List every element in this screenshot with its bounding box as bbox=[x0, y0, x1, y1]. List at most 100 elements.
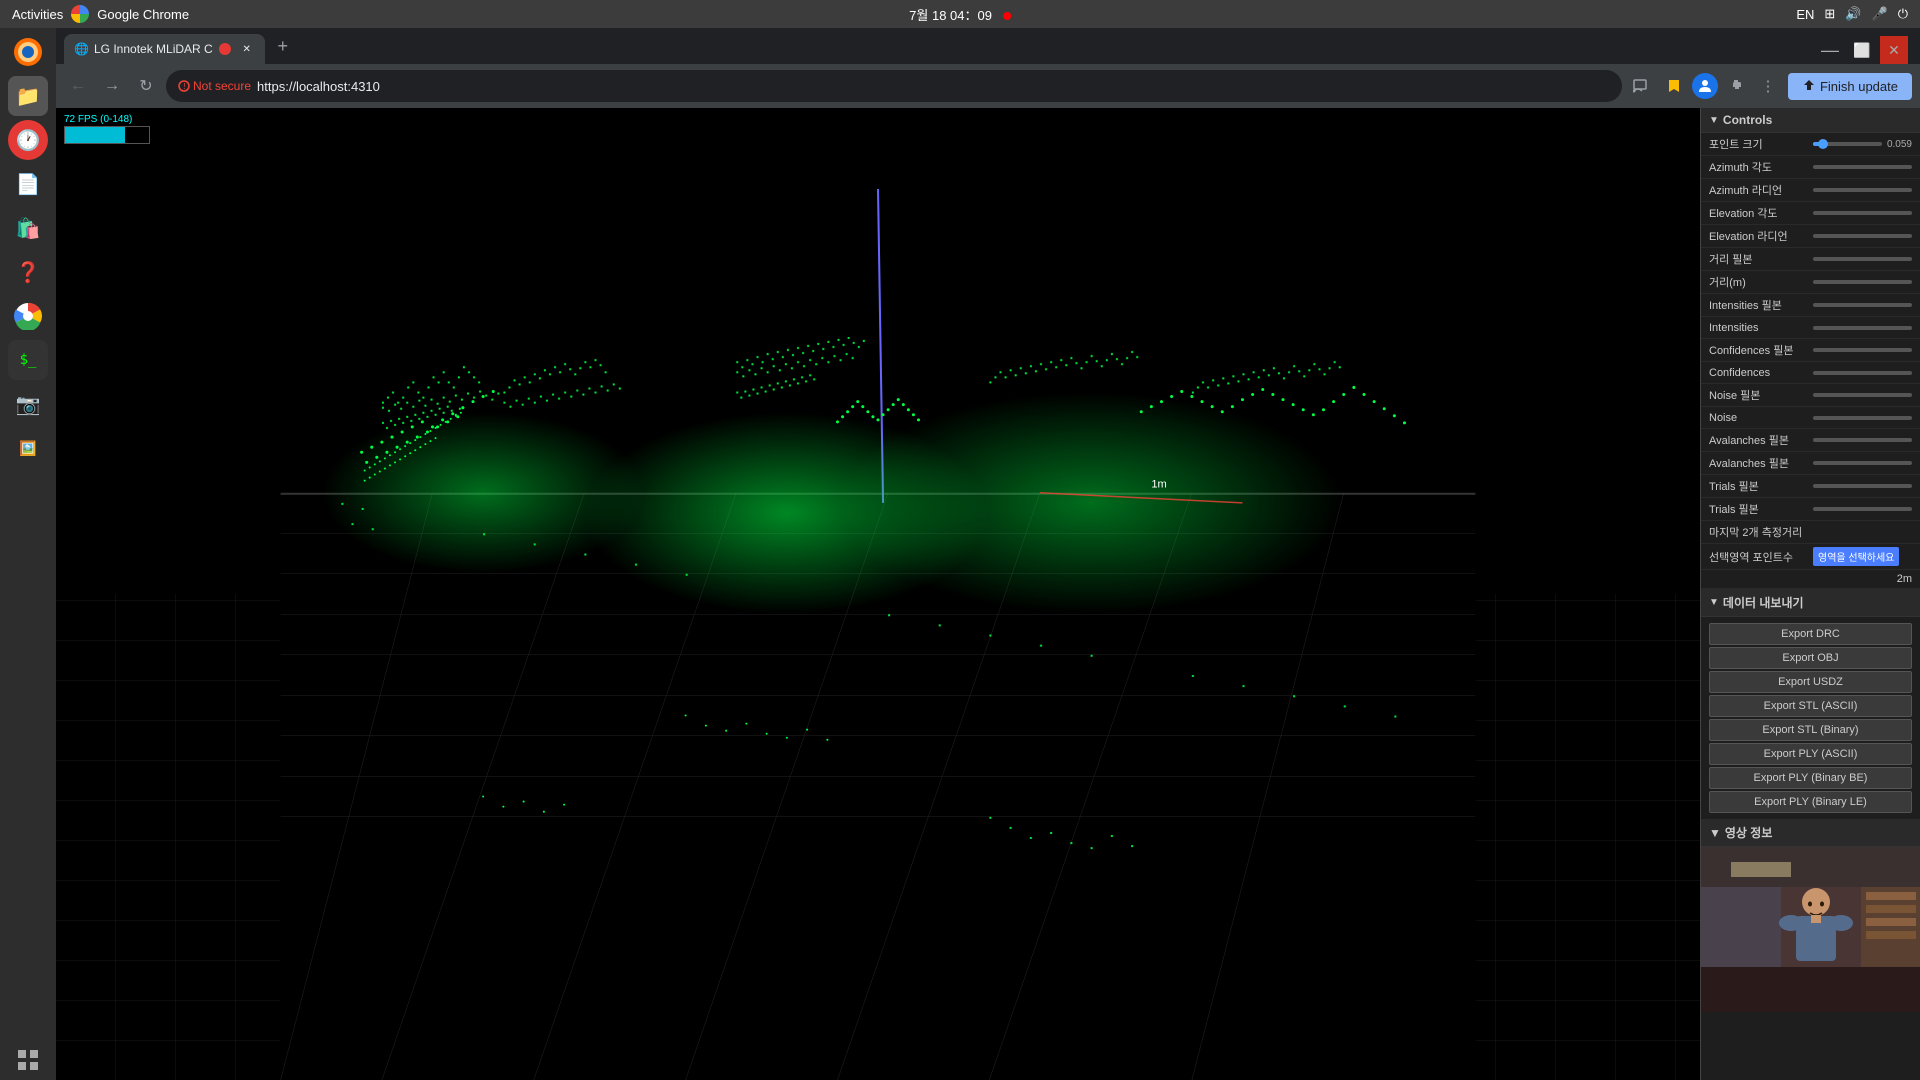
select-region-button[interactable]: 영역을 선택하세요 bbox=[1813, 547, 1899, 566]
svg-text:!: ! bbox=[183, 82, 185, 91]
export-section-header[interactable]: ▼ 데이터 내보내기 bbox=[1701, 589, 1920, 617]
preview-icon[interactable]: 🖼️ bbox=[8, 428, 48, 468]
toolbar-icons: ⋮ bbox=[1628, 72, 1782, 100]
screenshot-icon[interactable]: 📷 bbox=[8, 384, 48, 424]
volume-icon[interactable]: 🔊 bbox=[1845, 6, 1861, 22]
maximize-button[interactable]: ⬜ bbox=[1848, 36, 1876, 64]
trials-filter-row: Trials 필본 bbox=[1701, 475, 1920, 498]
point-size-slider[interactable]: 0.059 bbox=[1813, 139, 1912, 150]
datetime-label: 7월 18 04：09 bbox=[909, 5, 1011, 24]
not-secure-indicator: ! Not secure bbox=[178, 79, 251, 93]
browser-chrome: 🌐 LG Innotek MLiDAR C ✕ + — ⬜ ✕ ← → ↻ ! … bbox=[56, 28, 1920, 108]
clock-icon[interactable]: 🕐 bbox=[8, 120, 48, 160]
tab-title: LG Innotek MLiDAR C bbox=[94, 42, 213, 56]
controls-arrow-icon: ▼ bbox=[1709, 115, 1719, 126]
cast-icon[interactable] bbox=[1628, 72, 1656, 100]
trials-slider[interactable] bbox=[1813, 507, 1912, 511]
video-thumbnail bbox=[1701, 847, 1920, 1012]
distance-value-row: 2m bbox=[1701, 570, 1920, 589]
video-section-header[interactable]: ▼ 영상 정보 bbox=[1701, 819, 1920, 847]
chrome-icon[interactable] bbox=[8, 296, 48, 336]
trials-row: Trials 필본 bbox=[1701, 498, 1920, 521]
close-button[interactable]: ✕ bbox=[1880, 36, 1908, 64]
point-size-row: 포인트 크기 0.059 bbox=[1701, 133, 1920, 156]
mic-icon[interactable]: 🎤 bbox=[1872, 6, 1888, 22]
selection-points-row: 선택영역 포인트수 영역을 선택하세요 bbox=[1701, 544, 1920, 570]
store-icon[interactable]: 🛍️ bbox=[8, 208, 48, 248]
distance-m-row: 거리(m) bbox=[1701, 271, 1920, 294]
avalanches-row: Avalanches 필본 bbox=[1701, 452, 1920, 475]
chrome-app-icon[interactable] bbox=[71, 5, 89, 23]
browser-toolbar: ← → ↻ ! Not secure https://localhost:431… bbox=[56, 64, 1920, 108]
reload-button[interactable]: ↻ bbox=[132, 72, 160, 100]
apps-grid-icon[interactable] bbox=[8, 1040, 48, 1080]
avalanches-filter-slider[interactable] bbox=[1813, 438, 1912, 442]
noise-filter-slider[interactable] bbox=[1813, 393, 1912, 397]
intensities-row: Intensities bbox=[1701, 317, 1920, 339]
confidences-slider[interactable] bbox=[1813, 371, 1912, 375]
finish-update-button[interactable]: Finish update bbox=[1788, 73, 1912, 100]
avalanches-slider[interactable] bbox=[1813, 461, 1912, 465]
export-stl-binary-button[interactable]: Export STL (Binary) bbox=[1709, 719, 1912, 741]
docs-icon[interactable]: 📄 bbox=[8, 164, 48, 204]
export-usdz-button[interactable]: Export USDZ bbox=[1709, 671, 1912, 693]
svg-text:1m: 1m bbox=[1151, 479, 1166, 491]
forward-button[interactable]: → bbox=[98, 72, 126, 100]
export-stl-ascii-button[interactable]: Export STL (ASCII) bbox=[1709, 695, 1912, 717]
export-drc-button[interactable]: Export DRC bbox=[1709, 623, 1912, 645]
intensities-slider[interactable] bbox=[1813, 326, 1912, 330]
elevation-angle-slider[interactable] bbox=[1813, 211, 1912, 215]
azimuth-radian-slider[interactable] bbox=[1813, 188, 1912, 192]
language-label[interactable]: EN bbox=[1796, 7, 1814, 22]
activities-label[interactable]: Activities bbox=[12, 7, 63, 22]
browser-window: 🌐 LG Innotek MLiDAR C ✕ + — ⬜ ✕ ← → ↻ ! … bbox=[56, 28, 1920, 1080]
noise-row: Noise bbox=[1701, 407, 1920, 429]
azimuth-angle-row: Azimuth 각도 bbox=[1701, 156, 1920, 179]
back-button[interactable]: ← bbox=[64, 72, 92, 100]
azimuth-angle-slider[interactable] bbox=[1813, 165, 1912, 169]
confidences-filter-slider[interactable] bbox=[1813, 348, 1912, 352]
power-icon[interactable]: ⏻ bbox=[1898, 6, 1908, 22]
terminal-icon[interactable]: $_ bbox=[8, 340, 48, 380]
pointcloud-visualization[interactable]: // This won't execute in SVG, use manual… bbox=[56, 108, 1700, 1080]
export-ply-binary-le-button[interactable]: Export PLY (Binary LE) bbox=[1709, 791, 1912, 813]
distance-filter-row: 거리 필본 bbox=[1701, 248, 1920, 271]
last-measurement-row: 마지막 2개 측정거리 bbox=[1701, 521, 1920, 544]
elevation-radian-slider[interactable] bbox=[1813, 234, 1912, 238]
active-tab[interactable]: 🌐 LG Innotek MLiDAR C ✕ bbox=[64, 34, 265, 64]
viewport[interactable]: 72 FPS (0-148) bbox=[56, 108, 1700, 1080]
export-ply-ascii-button[interactable]: Export PLY (ASCII) bbox=[1709, 743, 1912, 765]
tab-close-button[interactable]: ✕ bbox=[239, 41, 255, 57]
url-text: https://localhost:4310 bbox=[257, 79, 380, 94]
elevation-angle-row: Elevation 각도 bbox=[1701, 202, 1920, 225]
intensities-filter-slider[interactable] bbox=[1813, 303, 1912, 307]
confidences-filter-row: Confidences 필본 bbox=[1701, 339, 1920, 362]
export-ply-binary-be-button[interactable]: Export PLY (Binary BE) bbox=[1709, 767, 1912, 789]
tab-audio-icon bbox=[219, 43, 231, 55]
distance-m-slider[interactable] bbox=[1813, 280, 1912, 284]
distance-filter-slider[interactable] bbox=[1813, 257, 1912, 261]
avalanches-filter-row: Avalanches 필본 bbox=[1701, 429, 1920, 452]
os-topbar: Activities Google Chrome 7월 18 04：09 EN … bbox=[0, 0, 1920, 28]
trials-filter-slider[interactable] bbox=[1813, 484, 1912, 488]
azimuth-radian-row: Azimuth 라디언 bbox=[1701, 179, 1920, 202]
export-obj-button[interactable]: Export OBJ bbox=[1709, 647, 1912, 669]
firefox-icon[interactable] bbox=[8, 32, 48, 72]
address-bar[interactable]: ! Not secure https://localhost:4310 bbox=[166, 70, 1622, 102]
files-icon[interactable]: 📁 bbox=[8, 76, 48, 116]
profile-button[interactable] bbox=[1692, 73, 1718, 99]
export-buttons-container: Export DRC Export OBJ Export USDZ Export… bbox=[1701, 617, 1920, 819]
controls-section-header[interactable]: ▼ Controls bbox=[1701, 108, 1920, 133]
noise-filter-row: Noise 필본 bbox=[1701, 384, 1920, 407]
noise-slider[interactable] bbox=[1813, 416, 1912, 420]
help-icon[interactable]: ❓ bbox=[8, 252, 48, 292]
system-tray: EN ⊞ 🔊 🎤 ⏻ bbox=[1796, 6, 1908, 22]
bookmark-icon[interactable] bbox=[1660, 72, 1688, 100]
new-tab-button[interactable]: + bbox=[269, 32, 297, 60]
video-arrow-icon: ▼ bbox=[1709, 826, 1721, 840]
extensions-icon[interactable] bbox=[1722, 72, 1750, 100]
elevation-radian-row: Elevation 라디언 bbox=[1701, 225, 1920, 248]
minimize-button[interactable]: — bbox=[1816, 36, 1844, 64]
controls-panel: ▼ Controls 포인트 크기 0.059 Azimuth 각도 bbox=[1700, 108, 1920, 1080]
menu-button[interactable]: ⋮ bbox=[1754, 72, 1782, 100]
